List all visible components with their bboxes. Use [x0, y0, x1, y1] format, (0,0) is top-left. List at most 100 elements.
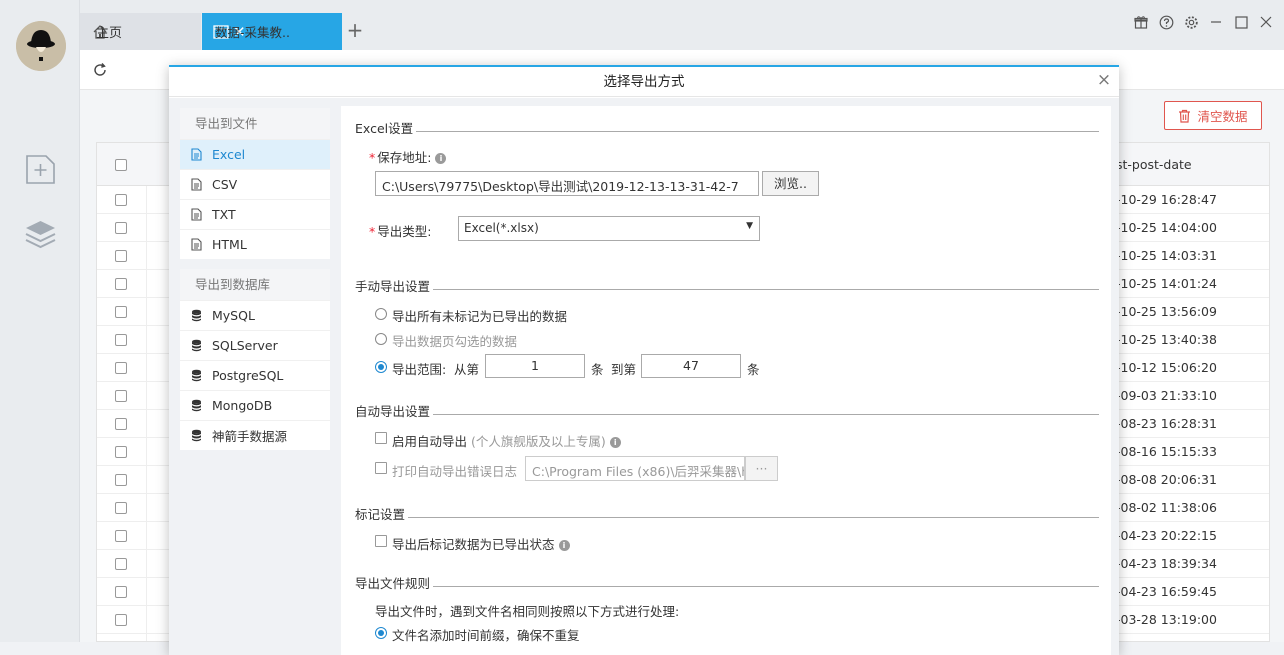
excel-settings-section: Excel设置	[355, 120, 1099, 136]
save-path-input[interactable]: C:\Users\79775\Desktop\导出测试\2019-12-13-1…	[375, 171, 759, 196]
range-from-input[interactable]: 1	[485, 354, 585, 378]
new-task-icon[interactable]	[24, 153, 57, 186]
error-log-path-input[interactable]: C:\Program Files (x86)\后羿采集器\ho	[525, 456, 745, 481]
select-all-checkbox[interactable]	[115, 159, 127, 171]
nav-item-csv[interactable]: CSV	[180, 169, 330, 199]
export-dialog: 选择导出方式 × 导出到文件 Excel CSV TXT HTML 导出到数据库 My…	[169, 65, 1119, 655]
row-checkbox[interactable]	[115, 614, 127, 626]
file-group-header: 导出到文件	[180, 108, 330, 139]
range-unit-1: 条	[591, 362, 604, 377]
nav-item-db-[interactable]: 神箭手数据源	[180, 420, 330, 450]
file-group: 导出到文件 Excel CSV TXT HTML	[180, 108, 330, 259]
row-checkbox[interactable]	[115, 586, 127, 598]
clear-data-button[interactable]: 清空数据	[1164, 101, 1262, 130]
range-from-label: 从第	[454, 362, 480, 377]
row-checkbox[interactable]	[115, 250, 127, 262]
database-icon	[190, 369, 202, 382]
post-date-cell: -08-23 16:28:31	[1116, 416, 1217, 431]
row-checkbox[interactable]	[115, 306, 127, 318]
settings-icon[interactable]	[1183, 14, 1199, 30]
file-rule-section: 导出文件规则	[355, 575, 1099, 591]
tab-data[interactable]: 数据-采集教.. ✕	[202, 13, 342, 50]
nav-item-excel[interactable]: Excel	[180, 139, 330, 169]
radio-range[interactable]	[375, 361, 387, 373]
nav-item-db-sqlserver[interactable]: SQLServer	[180, 330, 330, 360]
range-to-label: 到第	[611, 362, 637, 377]
layers-icon[interactable]	[24, 218, 57, 251]
nav-item-html[interactable]: HTML	[180, 229, 330, 259]
row-checkbox[interactable]	[115, 418, 127, 430]
tab-data-label: 数据-采集教..	[215, 25, 290, 40]
dialog-close-icon[interactable]: ×	[1096, 71, 1112, 89]
error-log-checkbox[interactable]	[375, 462, 387, 474]
post-date-cell: -10-29 16:28:47	[1116, 192, 1217, 207]
excel-settings-title: Excel设置	[355, 120, 414, 136]
trash-icon	[1179, 109, 1191, 123]
file-icon	[190, 208, 202, 221]
radio-unmarked[interactable]	[375, 308, 387, 320]
auto-export-section: 自动导出设置	[355, 403, 1099, 419]
row-checkbox[interactable]	[115, 278, 127, 290]
tab-home-label: 主页	[96, 26, 123, 41]
file-icon	[190, 148, 202, 161]
mark-exported-label: 导出后标记数据为已导出状态 i	[392, 534, 570, 553]
minimize-icon[interactable]	[1208, 14, 1224, 30]
row-checkbox[interactable]	[115, 222, 127, 234]
row-checkbox[interactable]	[115, 446, 127, 458]
avatar-image	[16, 21, 66, 71]
nav-item-label: MySQL	[212, 308, 255, 323]
row-checkbox[interactable]	[115, 530, 127, 542]
row-checkbox[interactable]	[115, 558, 127, 570]
tab-bar: 主页 数据-采集教.. ✕ +	[80, 0, 1284, 50]
help-icon[interactable]	[1158, 14, 1174, 30]
add-tab-button[interactable]: +	[345, 18, 365, 42]
maximize-icon[interactable]	[1233, 14, 1249, 30]
nav-item-db-mongodb[interactable]: MongoDB	[180, 390, 330, 420]
auto-export-title: 自动导出设置	[355, 403, 431, 419]
row-checkbox[interactable]	[115, 474, 127, 486]
post-date-cell: -10-12 15:06:20	[1116, 360, 1217, 375]
post-date-cell: -09-03 21:33:10	[1116, 388, 1217, 403]
post-date-cell: -10-25 13:40:38	[1116, 332, 1217, 347]
browse-button[interactable]: 浏览..	[762, 171, 819, 196]
error-log-label: 打印自动导出错误日志	[392, 464, 518, 479]
row-checkbox[interactable]	[115, 334, 127, 346]
flagship-note: (个人旗舰版及以上专属)	[471, 434, 606, 449]
nav-item-label: CSV	[212, 177, 238, 192]
mark-settings-title: 标记设置	[355, 506, 406, 522]
enable-auto-export-checkbox[interactable]	[375, 432, 387, 444]
close-window-icon[interactable]	[1258, 14, 1274, 30]
range-to-input[interactable]: 47	[641, 354, 741, 378]
mark-exported-checkbox[interactable]	[375, 535, 387, 547]
nav-item-label: MongoDB	[212, 398, 273, 413]
nav-item-db-postgresql[interactable]: PostgreSQL	[180, 360, 330, 390]
post-date-cell: -10-25 14:04:00	[1116, 220, 1217, 235]
dialog-title: 选择导出方式	[169, 67, 1119, 97]
post-date-cell: -10-25 14:01:24	[1116, 276, 1217, 291]
nav-item-label: Excel	[212, 147, 246, 162]
export-type-select[interactable]: Excel(*.xlsx) ▼	[458, 216, 760, 241]
database-icon	[190, 399, 202, 412]
left-sidebar	[0, 0, 80, 642]
nav-item-db-mysql[interactable]: MySQL	[180, 300, 330, 330]
error-log-browse-button[interactable]: ···	[745, 456, 778, 481]
nav-item-label: TXT	[212, 207, 236, 222]
refresh-icon[interactable]	[92, 62, 108, 78]
manual-export-title: 手动导出设置	[355, 278, 431, 294]
tab-home[interactable]: 主页	[80, 13, 201, 50]
radio-time-prefix[interactable]	[375, 627, 387, 639]
radio-checked-rows[interactable]	[375, 333, 387, 345]
chevron-down-icon: ▼	[746, 221, 753, 231]
row-checkbox[interactable]	[115, 194, 127, 206]
file-icon	[190, 238, 202, 251]
row-checkbox[interactable]	[115, 502, 127, 514]
post-date-cell: -04-23 16:59:45	[1116, 584, 1217, 599]
gift-icon[interactable]	[1133, 14, 1149, 30]
file-icon	[190, 178, 202, 191]
nav-item-txt[interactable]: TXT	[180, 199, 330, 229]
avatar[interactable]	[16, 21, 66, 71]
row-checkbox[interactable]	[115, 390, 127, 402]
row-checkbox[interactable]	[115, 362, 127, 374]
radio-unmarked-label: 导出所有未标记为已导出的数据	[392, 309, 568, 324]
post-date-cell: -10-25 14:03:31	[1116, 248, 1217, 263]
